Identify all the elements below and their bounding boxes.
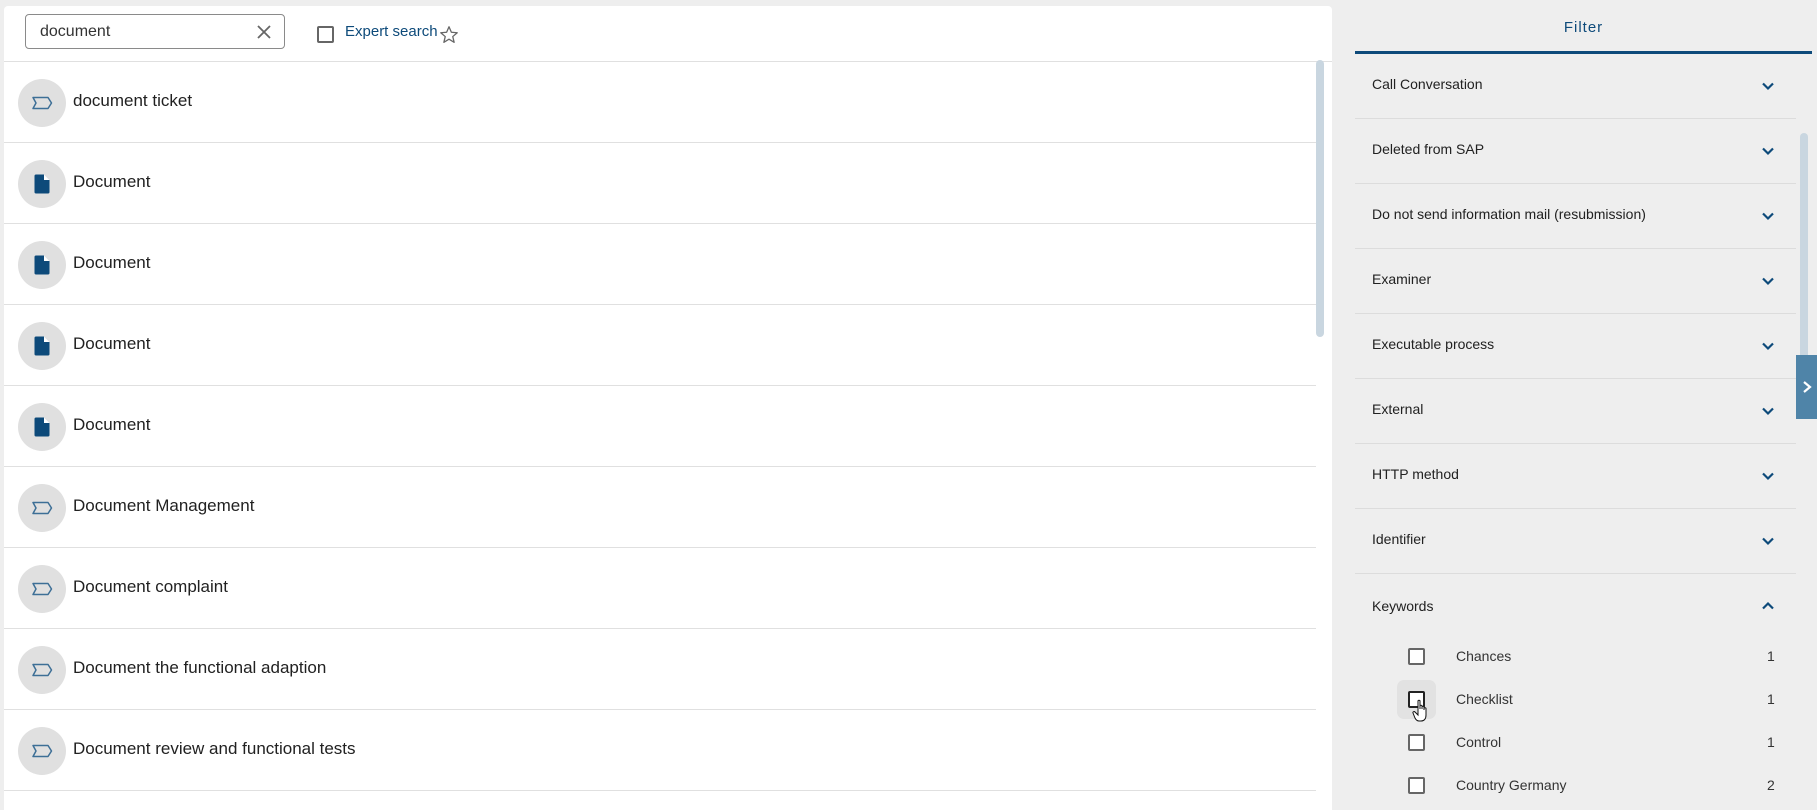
keyword-option[interactable]: Checklist 1 — [1355, 677, 1796, 720]
keyword-count: 1 — [1767, 734, 1775, 750]
result-avatar — [18, 322, 66, 370]
search-field[interactable] — [25, 14, 285, 49]
filter-section-label: Executable process — [1372, 336, 1495, 352]
result-row[interactable]: Document — [4, 143, 1316, 224]
chevron-down-icon[interactable] — [1760, 143, 1776, 159]
result-avatar — [18, 565, 66, 613]
filter-section-list: Call Conversation Deleted from SAP Do not … — [1355, 54, 1796, 806]
result-avatar — [18, 160, 66, 208]
filter-section-label: Do not send information mail (resubmissi… — [1372, 206, 1646, 222]
filter-section-label: Examiner — [1372, 271, 1432, 287]
result-avatar — [18, 484, 66, 532]
result-list: document ticket Document Document Document D… — [4, 62, 1316, 810]
result-row[interactable]: Document — [4, 224, 1316, 305]
chevron-down-icon[interactable] — [1760, 403, 1776, 419]
keyword-count: 1 — [1767, 648, 1775, 664]
document-file-icon — [34, 417, 50, 437]
filter-section[interactable]: Examiner — [1355, 249, 1796, 314]
result-avatar — [18, 646, 66, 694]
expert-search-label[interactable]: Expert search — [345, 23, 438, 40]
chevron-down-icon[interactable] — [1760, 338, 1776, 354]
keyword-option[interactable]: Control 1 — [1355, 720, 1796, 763]
chevron-right-icon — [1802, 381, 1812, 393]
result-title: Document — [73, 415, 151, 434]
result-row[interactable]: Document — [4, 305, 1316, 386]
keyword-label: Country Germany — [1456, 777, 1567, 793]
result-title: Document review and functional tests — [73, 739, 356, 758]
result-title: Document — [73, 334, 151, 353]
result-row[interactable]: Document review and functional tests — [4, 710, 1316, 791]
filter-section-label: External — [1372, 401, 1424, 417]
filter-section-label: HTTP method — [1372, 466, 1459, 482]
keyword-checkbox[interactable] — [1408, 648, 1425, 665]
chevron-down-icon[interactable] — [1760, 468, 1776, 484]
chevron-up-icon[interactable] — [1760, 598, 1776, 614]
document-file-icon — [34, 336, 50, 356]
result-row[interactable]: Document complaint — [4, 548, 1316, 629]
ticket-tag-icon — [31, 582, 53, 596]
filter-section-label: Call Conversation — [1372, 76, 1483, 92]
close-icon[interactable] — [254, 22, 274, 42]
document-file-icon — [34, 174, 50, 194]
filter-section-label: Keywords — [1372, 598, 1434, 614]
collapse-panel-button[interactable] — [1796, 355, 1817, 419]
result-title: Document the functional adaption — [73, 658, 327, 677]
keyword-count: 1 — [1767, 691, 1775, 707]
ticket-tag-icon — [31, 663, 53, 677]
chevron-down-icon[interactable] — [1760, 78, 1776, 94]
keyword-checkbox[interactable] — [1408, 691, 1425, 708]
result-row[interactable]: document ticket — [4, 62, 1316, 143]
keyword-option[interactable]: Chances 1 — [1355, 634, 1796, 677]
result-list-scrollbar[interactable] — [1316, 60, 1324, 337]
chevron-down-icon[interactable] — [1760, 273, 1776, 289]
result-row[interactable]: Document the functional adaption — [4, 629, 1316, 710]
keyword-options: Chances 1 Checklist 1 Control 1 Country German… — [1355, 630, 1796, 806]
filter-section-label: Identifier — [1372, 531, 1426, 547]
filter-section[interactable]: Do not send information mail (resubmissi… — [1355, 184, 1796, 249]
expert-search-checkbox[interactable] — [317, 26, 334, 43]
ticket-tag-icon — [31, 501, 53, 515]
search-results-panel: Expert search document ticket Document Doc… — [4, 6, 1332, 810]
result-title: Document — [73, 172, 151, 191]
result-title: document ticket — [73, 91, 193, 110]
result-title: Document — [73, 253, 151, 272]
keyword-label: Control — [1456, 734, 1502, 750]
filter-section[interactable]: External — [1355, 379, 1796, 444]
keyword-count: 2 — [1767, 777, 1775, 793]
star-outline-icon[interactable] — [438, 24, 460, 46]
filter-section[interactable]: HTTP method — [1355, 444, 1796, 509]
result-title: Document complaint — [73, 577, 228, 596]
ticket-tag-icon — [31, 96, 53, 110]
result-title: Document Management — [73, 496, 255, 515]
filter-section[interactable]: Call Conversation — [1355, 54, 1796, 119]
ticket-tag-icon — [31, 744, 53, 758]
chevron-down-icon[interactable] — [1760, 533, 1776, 549]
result-avatar — [18, 79, 66, 127]
keyword-label: Checklist — [1456, 691, 1513, 707]
filter-section-label: Deleted from SAP — [1372, 141, 1485, 157]
filter-section[interactable]: Deleted from SAP — [1355, 119, 1796, 184]
chevron-down-icon[interactable] — [1760, 208, 1776, 224]
search-input[interactable] — [40, 15, 240, 48]
result-avatar — [18, 403, 66, 451]
document-file-icon — [34, 255, 50, 275]
keyword-label: Chances — [1456, 648, 1512, 664]
filter-section-keywords[interactable]: Keywords — [1355, 574, 1796, 630]
search-toolbar: Expert search — [4, 6, 1332, 62]
tab-filter[interactable]: Filter — [1355, 0, 1812, 54]
keyword-option[interactable]: Country Germany 2 — [1355, 763, 1796, 806]
filter-section[interactable]: Executable process — [1355, 314, 1796, 379]
result-avatar — [18, 727, 66, 775]
filter-panel: Filter Call Conversation Deleted from SAP… — [1355, 0, 1817, 810]
result-avatar — [18, 241, 66, 289]
result-row[interactable]: Document — [4, 386, 1316, 467]
keyword-checkbox[interactable] — [1408, 777, 1425, 794]
keyword-checkbox[interactable] — [1408, 734, 1425, 751]
result-row[interactable]: Document Management — [4, 467, 1316, 548]
filter-section[interactable]: Identifier — [1355, 509, 1796, 574]
